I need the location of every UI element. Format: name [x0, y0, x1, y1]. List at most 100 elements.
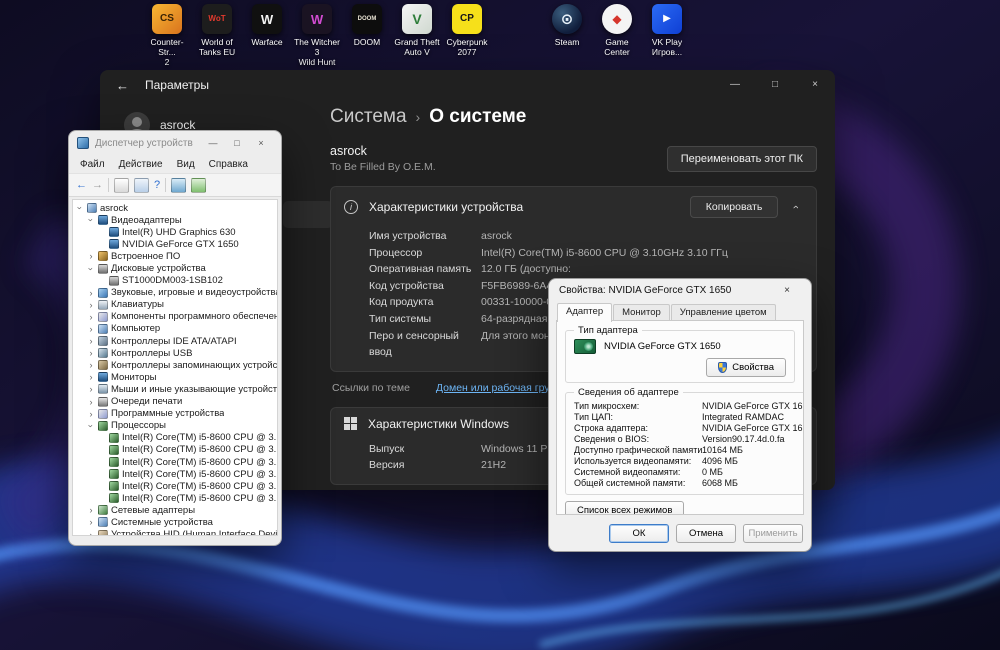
collapse-icon[interactable]: › [75, 204, 85, 212]
breadcrumb-system[interactable]: Система [330, 106, 407, 128]
adapter-info-row: Доступно графической памяти: 10164 МБ [574, 445, 803, 456]
back-icon[interactable]: ← [116, 78, 129, 93]
tree-item[interactable]: Intel(R) UHD Graphics 630 [73, 226, 277, 238]
desktop-icon-witcher3[interactable]: W The Witcher 3 Wild Hunt [292, 4, 342, 67]
tree-item[interactable]: › Сетевые адаптеры [73, 504, 277, 516]
tree-item[interactable]: › Программные устройства [73, 408, 277, 420]
dm-maximize-button[interactable]: □ [225, 133, 249, 153]
expand-icon[interactable]: › [87, 324, 95, 334]
tree-item[interactable]: NVIDIA GeForce GTX 1650 [73, 238, 277, 250]
collapse-icon[interactable]: › [86, 422, 96, 430]
back-icon[interactable]: ← [76, 179, 87, 191]
tree-item[interactable]: Intel(R) Core(TM) i5-8600 CPU @ 3.10GHz [73, 456, 277, 468]
help-icon[interactable]: ? [154, 179, 160, 191]
tree-item[interactable]: › Очереди печати [73, 396, 277, 408]
device-spec-label: Оперативная память [369, 263, 472, 276]
storage-icon [98, 360, 108, 371]
update-driver-icon[interactable] [191, 177, 207, 193]
tree-item[interactable]: › Контроллеры IDE ATA/ATAPI [73, 335, 277, 347]
expand-icon[interactable]: › [87, 336, 95, 346]
tree-item[interactable]: › Мониторы [73, 371, 277, 383]
apply-button[interactable]: Применить [743, 524, 803, 543]
expand-icon[interactable]: › [87, 372, 95, 382]
collapse-icon[interactable]: › [86, 265, 96, 273]
tab-monitor[interactable]: Монитор [613, 304, 670, 321]
expand-icon[interactable]: › [87, 288, 95, 298]
settings-minimize-button[interactable]: — [715, 70, 755, 98]
expand-icon[interactable]: › [87, 300, 95, 310]
expand-icon[interactable]: › [87, 384, 95, 394]
display-icon [109, 239, 119, 250]
rename-pc-button[interactable]: Переименовать этот ПК [666, 145, 817, 172]
adapter-info-label: Тип ЦАП: [574, 412, 614, 422]
ok-button[interactable]: ОК [609, 524, 669, 543]
tree-item[interactable]: › Мыши и иные указывающие устройства [73, 383, 278, 395]
forward-icon[interactable]: → [92, 179, 103, 191]
dialog-close-button[interactable]: × [773, 281, 801, 299]
tree-item[interactable]: Intel(R) Core(TM) i5-8600 CPU @ 3.10GHz [73, 492, 277, 504]
tree-item[interactable]: › Видеоадаптеры [73, 214, 277, 226]
tree-item[interactable]: › Звуковые, игровые и видеоустройства [73, 287, 278, 299]
dm-minimize-button[interactable]: — [201, 133, 225, 153]
tree-item[interactable]: › Системные устройства [73, 516, 277, 528]
tree-item[interactable]: Intel(R) Core(TM) i5-8600 CPU @ 3.10GHz [73, 432, 277, 444]
tree-item-label: Видеоадаптеры [111, 214, 182, 226]
sidebar-selected-item-partial[interactable] [283, 201, 333, 228]
tree-item[interactable]: Intel(R) Core(TM) i5-8600 CPU @ 3.10GHz [73, 444, 277, 456]
expand-icon[interactable]: › [87, 397, 95, 407]
expand-icon[interactable]: › [87, 505, 95, 515]
desktop-icon-steam[interactable]: ⊙ Steam [542, 4, 592, 47]
tree-item[interactable]: Intel(R) Core(TM) i5-8600 CPU @ 3.10GHz [73, 480, 277, 492]
menu-action[interactable]: Действие [112, 157, 170, 172]
collapse-icon[interactable]: › [86, 216, 96, 224]
tree-item[interactable]: › Клавиатуры [73, 299, 277, 311]
desktop-icon-warface[interactable]: W Warface [242, 4, 292, 47]
tab-adapter[interactable]: Адаптер [557, 303, 613, 322]
expand-icon[interactable]: › [87, 251, 95, 261]
tree-item[interactable]: › Устройства HID (Human Interface Devices… [73, 529, 277, 535]
desktop-icon-cs2[interactable]: CS Counter-Str... 2 [142, 4, 192, 67]
tree-item[interactable]: › Встроенное ПО [73, 250, 277, 262]
expand-icon[interactable]: › [87, 312, 95, 322]
properties-icon[interactable] [134, 177, 149, 193]
copy-button[interactable]: Копировать [689, 196, 779, 218]
menu-file[interactable]: Файл [73, 157, 112, 172]
dialog-buttons: ОК Отмена Применить [609, 524, 803, 543]
tab-color-management[interactable]: Управление цветом [670, 304, 776, 321]
chevron-up-icon[interactable]: › [790, 205, 802, 209]
desktop-icon-gtav[interactable]: V Grand Theft Auto V [392, 4, 442, 57]
tree-item[interactable]: › Процессоры [73, 420, 277, 432]
gtav-glyph: V [412, 11, 422, 27]
settings-close-button[interactable]: × [795, 70, 835, 98]
expand-icon[interactable]: › [87, 360, 95, 370]
dm-close-button[interactable]: × [249, 133, 273, 153]
scan-hardware-icon[interactable] [171, 177, 187, 193]
desktop-icon-cyberpunk2077[interactable]: CP Cyberpunk 2077 [442, 4, 492, 57]
tree-item[interactable]: › Контроллеры USB [73, 347, 277, 359]
tree-item[interactable]: › Компьютер [73, 323, 277, 335]
desktop-icon-world-of-tanks[interactable]: WoT World of Tanks EU [192, 4, 242, 57]
steam-glyph: ⊙ [560, 10, 574, 28]
settings-maximize-button[interactable]: □ [755, 70, 795, 98]
device-specs-header[interactable]: i Характеристики устройства Копировать › [331, 187, 816, 227]
expand-icon[interactable]: › [87, 517, 95, 527]
tree-item[interactable]: › Компоненты программного обеспечения [73, 311, 278, 323]
desktop-icon-game-center[interactable]: ◆ Game Center [592, 4, 642, 57]
console-tree-icon[interactable] [114, 177, 129, 193]
adapter-properties-button[interactable]: Свойства [706, 358, 786, 377]
tree-item[interactable]: › Контроллеры запоминающих устройств [73, 359, 278, 371]
menu-view[interactable]: Вид [170, 157, 202, 172]
tree-item[interactable]: Intel(R) Core(TM) i5-8600 CPU @ 3.10GHz [73, 468, 277, 480]
display-icon [109, 227, 119, 238]
desktop-icon-vk-play[interactable]: ▶ VK Play Игров... [642, 4, 692, 57]
desktop-icon-doom[interactable]: DOOM DOOM [342, 4, 392, 47]
expand-icon[interactable]: › [87, 409, 95, 419]
tree-item[interactable]: › Дисковые устройства [73, 262, 277, 274]
cancel-button[interactable]: Отмена [676, 524, 736, 543]
tree-item[interactable]: › asrock [73, 202, 277, 214]
menu-help[interactable]: Справка [202, 157, 255, 172]
tree-item[interactable]: ST1000DM003-1SB102 [73, 275, 277, 287]
list-all-modes-button[interactable]: Список всех режимов [565, 501, 685, 514]
expand-icon[interactable]: › [87, 530, 95, 535]
expand-icon[interactable]: › [87, 348, 95, 358]
